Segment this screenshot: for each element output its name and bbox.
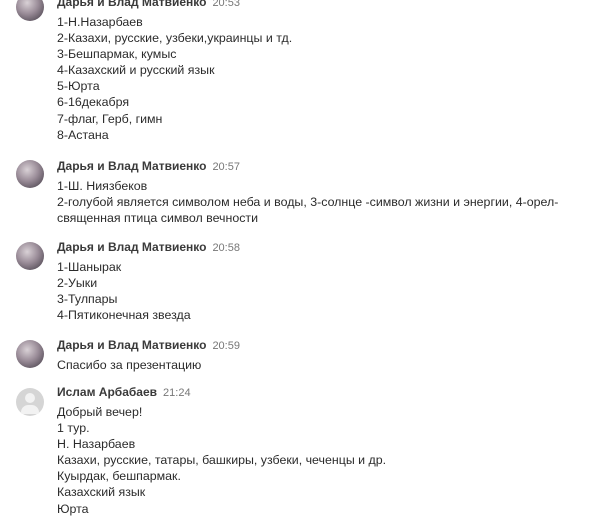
timestamp: 20:58 bbox=[212, 242, 240, 254]
message-line: 2-Казахи, русские, узбеки,украинцы и тд. bbox=[57, 31, 293, 46]
message-header: Ислам Арбабаев 21:24 bbox=[57, 385, 191, 399]
message-line: 7-флаг, Герб, гимн bbox=[57, 111, 163, 126]
message-line: 1-Шанырак bbox=[57, 260, 122, 274]
message-line: 4-Пятиконечная звезда bbox=[57, 308, 191, 323]
timestamp: 20:53 bbox=[212, 0, 240, 9]
message-line: Спасибо за презентацию bbox=[57, 358, 202, 372]
author-name[interactable]: Ислам Арбабаев bbox=[57, 385, 157, 399]
message-line: Н. Назарбаев bbox=[57, 437, 136, 452]
author-name[interactable]: Дарья и Влад Матвиенко bbox=[57, 0, 206, 9]
message-line: 1-Ш. Ниязбеков bbox=[57, 179, 148, 193]
message-text: 1-Ш. Ниязбеков 2-голубой является символ… bbox=[57, 178, 586, 226]
author-name[interactable]: Дарья и Влад Матвиенко bbox=[57, 240, 206, 254]
message-line: 2-голубой является символом неба и воды,… bbox=[57, 195, 559, 226]
message-line: 3-Тулпары bbox=[57, 292, 118, 307]
timestamp: 20:57 bbox=[212, 161, 240, 173]
message-line: 6-16декабря bbox=[57, 95, 130, 110]
timestamp: 20:59 bbox=[212, 340, 240, 352]
message-line: Куырдак, бешпармак. bbox=[57, 469, 181, 484]
message-line: 8-Астана bbox=[57, 127, 109, 142]
user-photo-avatar[interactable] bbox=[16, 0, 44, 21]
user-photo-avatar[interactable] bbox=[16, 160, 44, 188]
user-photo-avatar[interactable] bbox=[16, 242, 44, 270]
message-header: Дарья и Влад Матвиенко 20:59 bbox=[57, 338, 240, 352]
message-line: 4-Казахский и русский язык bbox=[57, 63, 215, 78]
message-text: 1-Шанырак 2-Уыки 3-Тулпары 4-Пятиконечна… bbox=[57, 259, 586, 323]
message-line: 3-Бешпармак, кумыс bbox=[57, 47, 177, 62]
message-text: Добрый вечер! 1 тур. Н. Назарбаев Казахи… bbox=[57, 404, 586, 517]
message-line: Казахи, русские, татары, башкиры, узбеки… bbox=[57, 453, 387, 468]
author-name[interactable]: Дарья и Влад Матвиенко bbox=[57, 338, 206, 352]
message-header: Дарья и Влад Матвиенко 20:58 bbox=[57, 240, 240, 254]
message-text: Спасибо за презентацию bbox=[57, 357, 586, 373]
author-name[interactable]: Дарья и Влад Матвиенко bbox=[57, 159, 206, 173]
message-line: Юрта bbox=[57, 501, 89, 516]
message-header: Дарья и Влад Матвиенко 20:53 bbox=[57, 0, 240, 9]
timestamp: 21:24 bbox=[163, 387, 191, 399]
default-user-avatar[interactable] bbox=[16, 388, 44, 416]
message-line: Казахский язык bbox=[57, 485, 146, 500]
message-line: 1-Н.Назарбаев bbox=[57, 15, 143, 29]
message-line: 5-Юрта bbox=[57, 79, 100, 94]
message-line: 1 тур. bbox=[57, 421, 90, 436]
user-photo-avatar[interactable] bbox=[16, 340, 44, 368]
message-header: Дарья и Влад Матвиенко 20:57 bbox=[57, 159, 240, 173]
message-text: 1-Н.Назарбаев 2-Казахи, русские, узбеки,… bbox=[57, 14, 586, 143]
message-line: 2-Уыки bbox=[57, 276, 98, 291]
message-line: Добрый вечер! bbox=[57, 405, 143, 419]
